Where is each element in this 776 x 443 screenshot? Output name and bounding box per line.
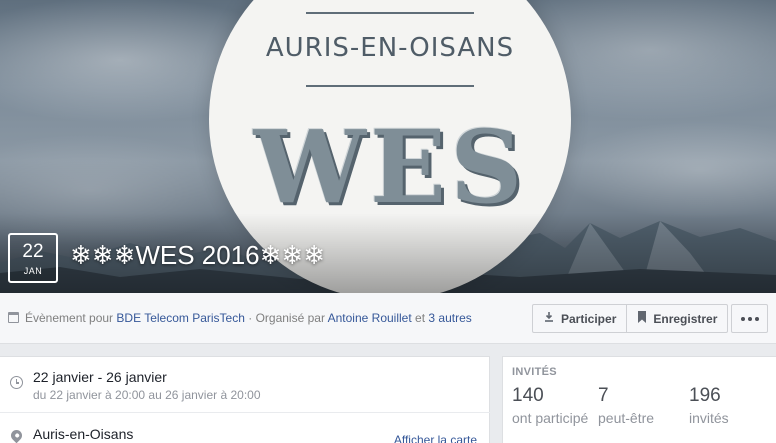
event-page: AURIS-EN-OISANS WES 22 JAN ❄❄❄WES 2016❄❄…	[0, 0, 776, 443]
more-icon-dot	[754, 316, 759, 321]
participate-label: Participer	[561, 311, 617, 326]
stat-label: ont participé	[512, 410, 589, 426]
logo-subtitle: AURIS-EN-OISANS	[265, 33, 515, 63]
save-label: Enregistrer	[653, 311, 718, 326]
stat-value: 196	[689, 385, 721, 406]
event-meta: Évènement pour BDE Telecom ParisTech · O…	[8, 311, 472, 325]
event-details-card: 22 janvier - 26 janvier du 22 janvier à …	[0, 356, 490, 443]
location-row: Auris-en-Oisans Afficher la carte	[0, 414, 490, 443]
more-options-button[interactable]	[731, 304, 768, 333]
event-title: ❄❄❄WES 2016❄❄❄	[70, 240, 325, 270]
clock-icon	[10, 376, 23, 389]
stat-going[interactable]: 140 ont participé	[512, 385, 588, 426]
logo-rule-top	[306, 12, 474, 14]
cover-photo[interactable]: AURIS-EN-OISANS WES 22 JAN ❄❄❄WES 2016❄❄…	[0, 0, 776, 293]
bookmark-icon	[637, 311, 647, 326]
stat-value: 7	[598, 385, 609, 406]
stat-label: peut-être	[598, 410, 655, 426]
more-icon-dot	[747, 316, 752, 321]
and-label: et	[415, 311, 426, 325]
more-icon	[740, 316, 745, 321]
location-pin-icon	[8, 427, 25, 443]
save-button[interactable]: Enregistrer	[627, 305, 727, 332]
logo-wordmark: WES	[253, 108, 527, 226]
show-map-link[interactable]: Afficher la carte	[394, 433, 477, 443]
date-day: 22	[22, 241, 44, 262]
stat-invited[interactable]: 196 invités	[689, 385, 729, 426]
date-detail: du 22 janvier à 20:00 au 26 janvier à 20…	[33, 388, 261, 402]
date-row: 22 janvier - 26 janvier du 22 janvier à …	[0, 357, 490, 413]
organizer-link[interactable]: Antoine Rouillet	[328, 311, 412, 325]
group-link[interactable]: BDE Telecom ParisTech	[116, 311, 245, 325]
stat-value: 140	[512, 385, 544, 406]
event-actions: Participer Enregistrer	[532, 304, 729, 333]
invited-card: INVITÉS 140 ont participé 7 peut-être 19…	[502, 356, 776, 443]
event-for-label: Évènement pour	[25, 311, 114, 325]
participate-icon	[543, 311, 555, 326]
stat-label: invités	[689, 410, 729, 426]
other-organizers-link[interactable]: 3 autres	[428, 311, 471, 325]
date-month: JAN	[23, 266, 43, 276]
event-date-badge: 22 JAN	[8, 233, 58, 283]
date-range: 22 janvier - 26 janvier	[33, 369, 167, 385]
participate-button[interactable]: Participer	[533, 305, 628, 332]
calendar-icon	[8, 312, 19, 323]
organized-by-label: · Organisé par	[248, 311, 325, 325]
logo-rule-bottom	[306, 85, 474, 87]
event-info-bar: Évènement pour BDE Telecom ParisTech · O…	[0, 293, 776, 344]
invited-header: INVITÉS	[512, 366, 557, 378]
location-name[interactable]: Auris-en-Oisans	[33, 426, 133, 442]
stat-maybe[interactable]: 7 peut-être	[598, 385, 654, 426]
